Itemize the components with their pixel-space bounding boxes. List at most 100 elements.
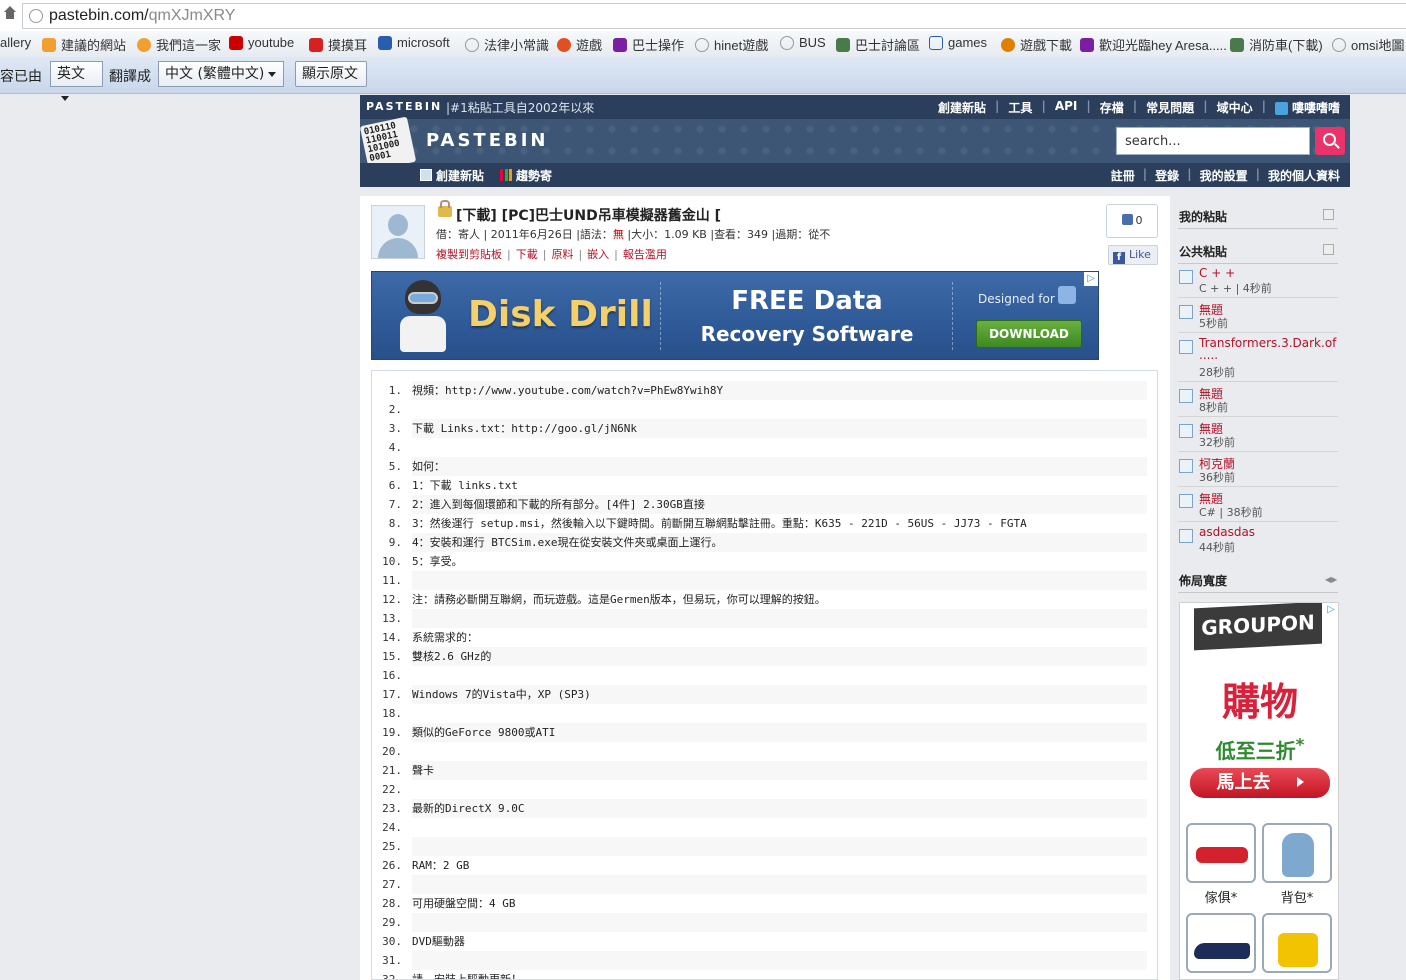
code-line: 1. 視頻：http://www.youtube.com/watch?v=PhEw… <box>372 381 1157 400</box>
bookmark-label: hinet遊戲 <box>714 38 769 53</box>
bookmark-item[interactable]: 歡迎光臨hey Aresa..... <box>1080 35 1227 54</box>
bookmark-item[interactable]: games <box>929 35 987 50</box>
paste-item-title[interactable]: Transformers.3.Dark.of <box>1199 336 1336 350</box>
furniture-product[interactable] <box>1186 823 1256 883</box>
firetruck-icon <box>1230 37 1244 52</box>
bookmark-item[interactable]: 消防車(下載) <box>1230 35 1323 54</box>
bookmark-item[interactable]: hinet遊戲 <box>695 35 768 54</box>
top-nav: 創建新貼 | 工具 | API | 存檔 | 常見問題 | 域中心 | 嘍嘍嗜嗜 <box>938 99 1340 116</box>
microsoft-icon <box>378 35 392 50</box>
line-text <box>412 780 1147 799</box>
line-text: 雙核2.6 GHz的 <box>412 647 1147 666</box>
my-profile-link[interactable]: 我的個人資料 <box>1268 167 1340 184</box>
code-line: 30. DVD驅動器 <box>372 932 1157 951</box>
bookmark-item[interactable]: microsoft <box>378 35 450 50</box>
public-paste-item[interactable]: C + + C + + | 4秒前 <box>1178 266 1338 298</box>
paste-item-title[interactable]: C + + <box>1199 266 1235 280</box>
public-paste-item[interactable]: asdasdas 44秒前 <box>1178 525 1338 557</box>
shoe-product[interactable] <box>1186 913 1256 973</box>
adchoices-icon[interactable]: ▷ <box>1324 603 1338 617</box>
expand-icon[interactable] <box>1323 209 1334 220</box>
nav-twitter[interactable]: 嘍嘍嗜嗜 <box>1274 99 1340 116</box>
code-line: 27. <box>372 875 1157 894</box>
report-abuse-link[interactable]: 報告濫用 <box>623 248 667 261</box>
copy-to-clipboard-link[interactable]: 複製到剪貼板 <box>436 248 502 261</box>
bookmark-item[interactable]: 法律小常識 <box>465 35 549 54</box>
bookmark-item[interactable]: youtube <box>229 35 294 50</box>
bookmark-label: 摸摸耳 <box>328 38 368 53</box>
sofa-icon <box>1196 847 1248 863</box>
line-number: 5. <box>388 460 402 473</box>
line-number: 11. <box>382 574 402 587</box>
source-language-select[interactable]: 英文 <box>50 61 103 101</box>
adchoices-icon[interactable]: ▷ <box>1084 272 1098 286</box>
paste-syntax-value[interactable]: 無 <box>613 228 624 241</box>
search-input[interactable]: search... <box>1116 127 1310 155</box>
paste-expiry: 過期：從不 <box>775 228 831 241</box>
divider <box>1178 228 1338 229</box>
groupon-go-button[interactable]: 馬上去 <box>1190 768 1330 798</box>
nav-archive[interactable]: 存檔 <box>1100 99 1124 116</box>
paste-item-sub: 44秒前 <box>1199 541 1235 554</box>
bookmark-item[interactable]: 建議的網站 <box>42 35 126 54</box>
raw-link[interactable]: 原料 <box>551 248 573 261</box>
paste-item-title[interactable]: asdasdas <box>1199 525 1255 539</box>
public-paste-item[interactable]: 無題 8秒前 <box>1178 385 1338 417</box>
paste-content: [下載] [PC]巴士UND吊車模擬器舊金山 [ 借：寄人 | 2011年6月2… <box>360 196 1170 980</box>
nav-new-paste[interactable]: 創建新貼 <box>938 99 986 116</box>
resize-arrows-icon[interactable]: ◀▶ <box>1325 575 1337 584</box>
mascot-icon <box>396 278 450 354</box>
collapse-icon[interactable] <box>1323 244 1334 255</box>
login-link[interactable]: 登錄 <box>1155 167 1179 184</box>
bookmark-item[interactable]: omsi地圖 <box>1332 35 1404 54</box>
bookmark-item[interactable]: 遊戲下載 <box>1001 35 1072 54</box>
public-paste-item[interactable]: Transformers.3.Dark.of..... 28秒前 <box>1178 336 1338 382</box>
logo-text[interactable]: PASTEBIN <box>426 130 549 151</box>
nav-domain-center[interactable]: 域中心 <box>1217 99 1253 116</box>
bookmark-item[interactable]: BUS <box>780 35 826 50</box>
paste-item-title-cont: ..... <box>1199 348 1219 362</box>
backpack-product[interactable] <box>1262 823 1332 883</box>
my-settings-link[interactable]: 我的設置 <box>1200 167 1248 184</box>
nav-api[interactable]: API <box>1055 99 1078 116</box>
bookmark-item[interactable]: 巴士討論區 <box>836 35 920 54</box>
divider <box>1178 381 1338 382</box>
bookmark-label: BUS <box>799 35 826 50</box>
line-text: 2：進入到每個環節和下載的所有部分。[4件] 2.30GB直接 <box>412 495 1147 514</box>
action-separator: | <box>542 248 547 261</box>
bookmark-item[interactable]: 摸摸耳 <box>309 35 367 54</box>
facebook-like-button[interactable]: f Like <box>1108 245 1158 265</box>
handbag-product[interactable] <box>1262 913 1332 973</box>
bookmark-item[interactable]: 遊戲 <box>557 35 602 54</box>
bookmark-item[interactable]: 巴士操作 <box>613 35 684 54</box>
nav-tools[interactable]: 工具 <box>1008 99 1032 116</box>
bookmark-item[interactable]: allery <box>0 35 31 50</box>
public-paste-item[interactable]: 無題 C# | 38秒前 <box>1178 490 1338 522</box>
public-paste-item[interactable]: 無題 5秒前 <box>1178 301 1338 333</box>
target-language-select[interactable]: 中文 (繁體中文) <box>158 61 284 87</box>
embed-link[interactable]: 嵌入 <box>587 248 609 261</box>
bookmark-item[interactable]: 我們這一家 <box>137 35 221 54</box>
paste-item-sub: 28秒前 <box>1199 366 1235 379</box>
avatar <box>371 205 425 259</box>
ad-subline: Recovery Software <box>700 322 914 346</box>
download-link[interactable]: 下載 <box>516 248 538 261</box>
bookmark-label: 法律小常識 <box>484 38 550 53</box>
public-paste-item[interactable]: 柯克蘭 36秒前 <box>1178 455 1338 487</box>
search-icon[interactable] <box>1315 127 1345 155</box>
ad-download-button[interactable]: DOWNLOAD <box>976 320 1082 348</box>
groupon-ad[interactable]: ▷ GROUPON 購物 低至三折* 馬上去 傢俱* 背包* <box>1179 602 1339 980</box>
url-input[interactable]: pastebin.com/qmXJmXRY <box>22 3 1406 29</box>
sign-up-link[interactable]: 註冊 <box>1111 167 1135 184</box>
create-paste-link[interactable]: 創建新貼 <box>420 167 484 184</box>
public-paste-item[interactable]: 無題 32秒前 <box>1178 420 1338 452</box>
show-original-button[interactable]: 顯示原文 <box>295 61 367 87</box>
like-count-button[interactable]: 0 <box>1106 204 1158 238</box>
nav-faq[interactable]: 常見問題 <box>1146 99 1194 116</box>
trends-link[interactable]: 趨勢寄 <box>500 167 552 184</box>
code-line: 13. <box>372 609 1157 628</box>
home-icon[interactable] <box>2 6 16 20</box>
disk-drill-ad[interactable]: Disk Drill FREE Data Recovery Software D… <box>371 271 1099 360</box>
paste-author: 借：寄人 <box>436 228 480 241</box>
yahoo-icon <box>613 37 627 52</box>
